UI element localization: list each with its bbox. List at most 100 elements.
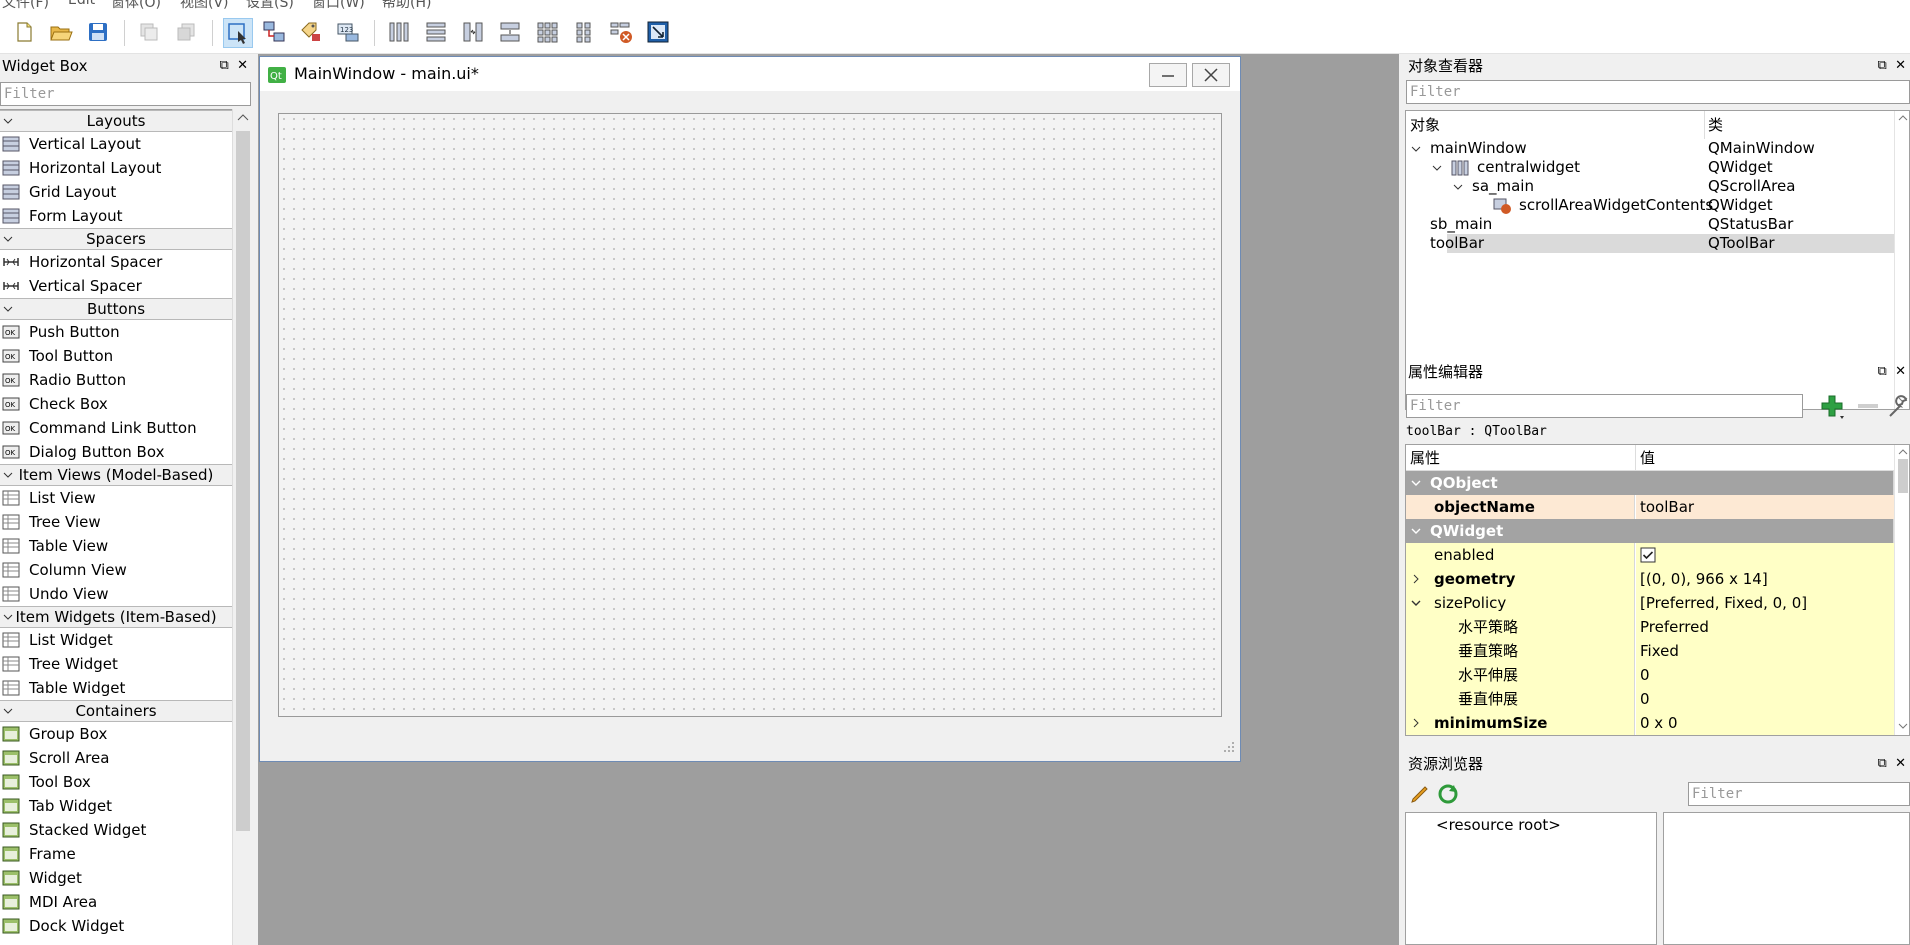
remove-property-icon[interactable] [1854,392,1882,420]
property-value[interactable]: [Preferred, Fixed, 0, 0] [1640,594,1807,612]
widget-item-tool-box[interactable]: Tool Box [0,770,232,794]
widget-item-horizontal-spacer[interactable]: Horizontal Spacer [0,250,232,274]
close-dock-icon[interactable]: ✕ [1895,756,1906,771]
widget-item-horizontal-layout[interactable]: Horizontal Layout [0,156,232,180]
object-tree-row[interactable]: toolBar QToolBar [1406,234,1909,253]
lay-out-horizontal-splitter-button[interactable] [459,18,489,48]
scroll-up-icon[interactable] [1895,445,1910,457]
widget-item-scroll-area[interactable]: Scroll Area [0,746,232,770]
close-dock-icon[interactable]: ✕ [1895,58,1906,73]
widget-item-stacked-widget[interactable]: Stacked Widget [0,818,232,842]
lay-out-vertical-splitter-button[interactable] [496,18,526,48]
category-layouts[interactable]: Layouts [0,110,232,132]
property-value[interactable]: Fixed [1640,642,1679,660]
scrollbar-thumb[interactable] [236,131,250,831]
lay-out-horizontally-button[interactable] [385,18,415,48]
property-group-header[interactable]: QWidget [1406,519,1894,543]
copy-button[interactable] [135,18,165,48]
chevron-right-icon[interactable] [1410,573,1422,585]
menu-help[interactable]: 帮助(H) [382,0,431,12]
chevron-down-icon[interactable] [1410,597,1422,609]
widget-item-vertical-spacer[interactable]: Vertical Spacer [0,274,232,298]
float-dock-icon[interactable]: ⧉ [1878,756,1887,771]
scroll-down-icon[interactable] [1895,721,1910,733]
save-button[interactable] [84,18,114,48]
widget-item-tool-button[interactable]: OK Tool Button [0,344,232,368]
menu-window[interactable]: 窗口(W) [312,0,365,12]
widget-item-form-layout[interactable]: Form Layout [0,204,232,228]
property-row[interactable]: objectName toolBar [1406,495,1894,519]
widget-item-frame[interactable]: Frame [0,842,232,866]
widget-item-check-box[interactable]: OK Check Box [0,392,232,416]
property-value[interactable]: [(0, 0), 966 x 14] [1640,570,1768,588]
property-row[interactable]: 水平策略 Preferred [1406,615,1894,639]
widget-item-dock-widget[interactable]: Dock Widget [0,914,232,938]
widget-item-tree-view[interactable]: Tree View [0,510,232,534]
size-grip-icon[interactable] [1223,741,1235,753]
paste-button[interactable] [172,18,202,48]
widget-item-table-widget[interactable]: Table Widget [0,676,232,700]
lay-out-form-button[interactable] [570,18,600,48]
float-dock-icon[interactable]: ⧉ [1878,364,1887,379]
object-tree-row[interactable]: mainWindow QMainWindow [1406,139,1909,158]
float-dock-icon[interactable]: ⧉ [220,58,229,73]
edit-resources-pencil-icon[interactable] [1408,782,1432,806]
property-value[interactable]: 0 x 0 [1640,714,1678,732]
chevron-down-icon[interactable] [1410,477,1422,489]
widget-box-filter-input[interactable] [0,82,251,106]
widget-item-radio-button[interactable]: OK Radio Button [0,368,232,392]
property-row[interactable]: geometry [(0, 0), 966 x 14] [1406,567,1894,591]
close-button[interactable] [1192,63,1230,87]
resource-root-item[interactable]: <resource root> [1436,816,1561,834]
widget-item-tab-widget[interactable]: Tab Widget [0,794,232,818]
menu-edit[interactable]: Edit [68,0,95,8]
scrollbar-thumb[interactable] [1898,459,1908,493]
property-filter-input[interactable] [1406,394,1803,418]
resource-filter-input[interactable] [1688,782,1910,806]
property-row[interactable]: 水平伸展 0 [1406,663,1894,687]
property-row[interactable]: minimumSize 0 x 0 [1406,711,1894,735]
edit-tab-order-button[interactable]: 123 [334,18,364,48]
new-file-button[interactable] [10,18,40,48]
float-dock-icon[interactable]: ⧉ [1878,58,1887,73]
lay-out-vertically-button[interactable] [422,18,452,48]
property-value[interactable]: Preferred [1640,618,1709,636]
column-header-value[interactable]: 值 [1640,445,1655,471]
category-buttons[interactable]: Buttons [0,298,232,320]
lay-out-grid-button[interactable] [533,18,563,48]
widget-item-push-button[interactable]: OK Push Button [0,320,232,344]
widget-item-column-view[interactable]: Column View [0,558,232,582]
close-dock-icon[interactable]: ✕ [237,58,248,73]
property-row[interactable]: enabled [1406,543,1894,567]
category-item-widgets-item-based[interactable]: Item Widgets (Item-Based) [0,606,232,628]
form-window[interactable]: Qt MainWindow - main.ui* [259,56,1241,762]
widget-item-command-link-button[interactable]: OK Command Link Button [0,416,232,440]
property-row[interactable]: 垂直策略 Fixed [1406,639,1894,663]
category-spacers[interactable]: Spacers [0,228,232,250]
close-dock-icon[interactable]: ✕ [1895,364,1906,379]
column-header-property[interactable]: 属性 [1410,445,1440,471]
property-value[interactable]: 0 [1640,690,1650,708]
enabled-checkbox[interactable] [1640,547,1656,563]
scroll-up-icon[interactable] [233,109,253,125]
chevron-down-icon[interactable] [1410,525,1422,537]
widget-item-grid-layout[interactable]: Grid Layout [0,180,232,204]
property-value[interactable]: 0 [1640,666,1650,684]
chevron-down-icon[interactable] [1431,162,1443,174]
widget-item-group-box[interactable]: Group Box [0,722,232,746]
edit-widgets-button[interactable] [223,18,253,48]
chevron-down-icon[interactable] [1410,143,1422,155]
menu-settings[interactable]: 设置(S) [246,0,294,12]
widget-item-tree-widget[interactable]: Tree Widget [0,652,232,676]
widget-item-vertical-layout[interactable]: Vertical Layout [0,132,232,156]
widget-item-list-view[interactable]: List View [0,486,232,510]
configure-wrench-icon[interactable] [1886,392,1910,420]
menu-view[interactable]: 视图(V) [180,0,229,12]
edit-buddies-button[interactable] [297,18,327,48]
object-inspector-filter-input[interactable] [1406,80,1910,104]
category-item-views-model-based[interactable]: Item Views (Model-Based) [0,464,232,486]
add-dynamic-property-icon[interactable] [1818,392,1846,420]
widget-box-scrollbar[interactable] [232,109,252,945]
object-tree-row[interactable]: scrollAreaWidgetContents QWidget [1406,196,1909,215]
category-containers[interactable]: Containers [0,700,232,722]
